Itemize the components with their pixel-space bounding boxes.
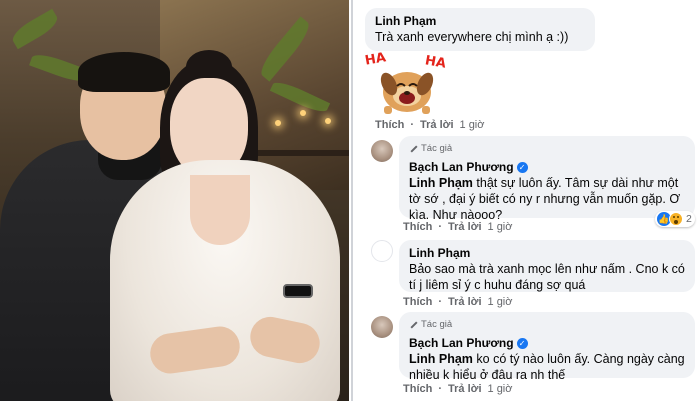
pen-icon (409, 145, 418, 154)
comment-time[interactable]: 1 giờ (460, 119, 485, 131)
like-link[interactable]: Thích (403, 221, 432, 233)
like-link[interactable]: Thích (375, 119, 404, 131)
verified-badge-icon: ✓ (516, 161, 528, 173)
pen-icon (409, 321, 418, 330)
comment-author[interactable]: Linh Phạm (409, 245, 470, 261)
like-link[interactable]: Thích (403, 296, 432, 308)
string-light (275, 120, 281, 126)
comment-actions: Thích · Trả lời 1 giờ (403, 221, 512, 233)
woman-neckline (190, 175, 250, 245)
avatar[interactable] (371, 140, 393, 162)
reply-link[interactable]: Trả lời (448, 296, 482, 308)
comment-author[interactable]: Bạch Lan Phương (409, 335, 514, 351)
separator-dot: · (438, 221, 443, 233)
comment-bubble: Linh Phạm Bảo sao mà trà xanh mọc lên nh… (399, 240, 695, 292)
mention-link[interactable]: Linh Phạm (409, 176, 473, 190)
comment-author[interactable]: Linh Phạm (375, 13, 436, 29)
like-link[interactable]: Thích (403, 383, 432, 395)
reply-link[interactable]: Trả lời (420, 119, 454, 131)
comment-author[interactable]: Bạch Lan Phương (409, 159, 514, 175)
comment-actions: Thích · Trả lời 1 giờ (403, 296, 512, 308)
separator-dot: · (438, 383, 443, 395)
reply-link[interactable]: Trả lời (448, 221, 482, 233)
reply-link[interactable]: Trả lời (448, 383, 482, 395)
separator-dot: · (410, 119, 415, 131)
comment-time[interactable]: 1 giờ (488, 221, 513, 233)
comments-panel: Linh Phạm Trà xanh everywhere chị mình ạ… (351, 0, 700, 401)
comment-bubble: Linh Phạm Trà xanh everywhere chị mình ạ… (365, 8, 595, 51)
comment-text: Trà xanh everywhere chị mình ạ :)) (375, 30, 569, 44)
watch-icon (283, 284, 313, 298)
comment-actions: Thích · Trả lời 1 giờ (375, 119, 484, 131)
reaction-count: 2 (686, 213, 692, 225)
string-light (300, 110, 306, 116)
comment-bubble: Tác giả Bạch Lan Phương ✓ Linh Phạm ko c… (399, 312, 695, 382)
avatar[interactable] (371, 240, 393, 262)
comment-time[interactable]: 1 giờ (488, 296, 513, 308)
comment-bubble: Tác giả Bạch Lan Phương ✓ Linh Phạm thật… (399, 136, 695, 222)
reaction-summary[interactable]: 👍 2 (655, 211, 695, 227)
comment-actions: Thích · Trả lời 1 giờ (403, 383, 512, 395)
avatar[interactable] (371, 316, 393, 338)
comment-text: Bảo sao mà trà xanh mọc lên như nấm . Cn… (409, 262, 685, 292)
author-badge: Tác giả (409, 141, 685, 157)
verified-badge-icon: ✓ (516, 337, 528, 349)
man-hair (78, 52, 170, 92)
mention-link[interactable]: Linh Phạm (409, 352, 473, 366)
comment-time[interactable]: 1 giờ (488, 383, 513, 395)
couple-photo[interactable] (0, 0, 349, 401)
wow-reaction-icon (669, 212, 683, 226)
author-badge-label: Tác giả (421, 143, 453, 154)
author-badge: Tác giả (409, 317, 685, 333)
author-badge-label: Tác giả (421, 319, 453, 330)
string-light (325, 118, 331, 124)
palm-leaf (8, 8, 62, 50)
separator-dot: · (438, 296, 443, 308)
